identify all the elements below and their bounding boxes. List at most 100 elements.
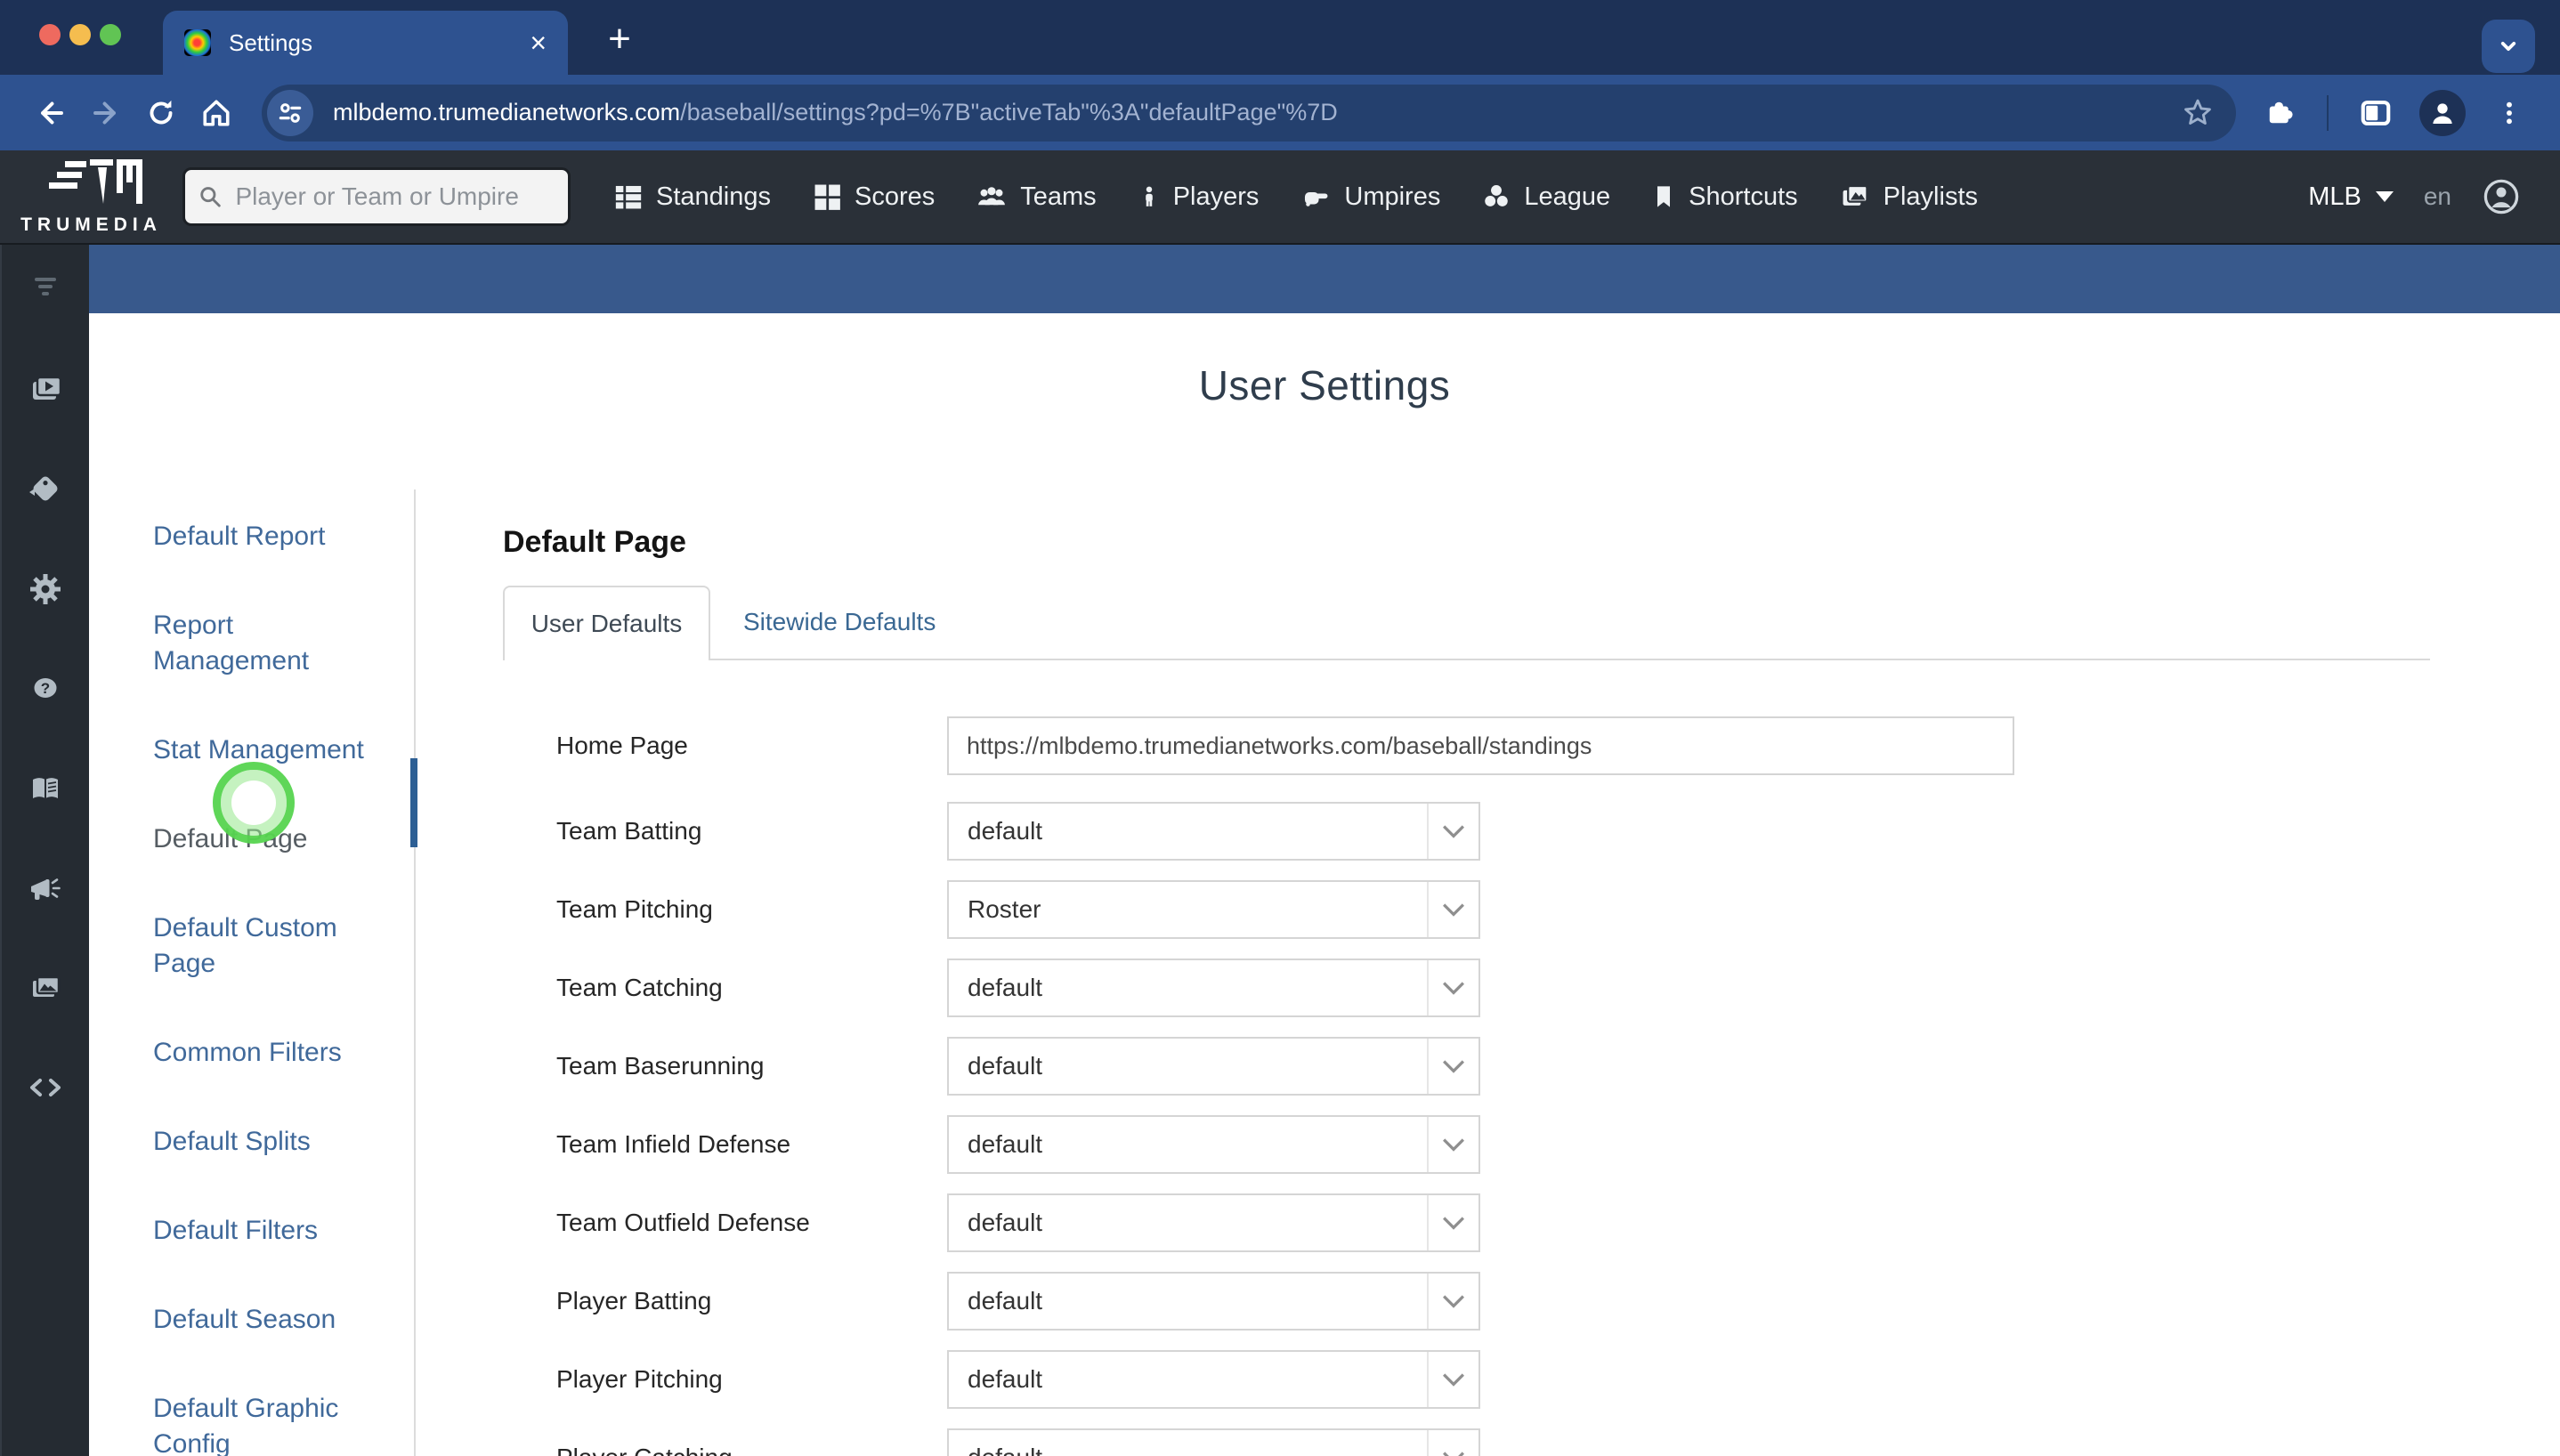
window-controls [39,24,121,45]
tab-title: Settings [229,28,312,56]
help-icon[interactable]: ? [26,668,65,708]
league-balls-icon [1485,184,1509,206]
browser-profile-avatar[interactable] [2419,89,2466,136]
menu-item-default-splits[interactable]: Default Splits [153,1124,376,1160]
menu-item-common-filters[interactable]: Common Filters [153,1035,376,1071]
team-infield-defense-select[interactable]: default [947,1115,1480,1174]
app-nav-items: Standings Scores Teams Players Umpires L… [613,182,1978,212]
tag-icon[interactable] [26,469,65,508]
new-tab-button[interactable]: + [593,12,646,66]
browser-toolbar: mlbdemo.trumedianetworks.com/baseball/se… [0,75,2560,150]
menu-item-default-season[interactable]: Default Season [153,1302,376,1338]
browser-menu-button[interactable] [2482,85,2537,141]
forward-arrow-icon [93,101,116,124]
default-page-form: Home Page Team Batting default Team Pitc… [503,716,2014,1456]
forward-button[interactable] [78,85,134,141]
back-button[interactable] [23,85,78,141]
nav-item-league[interactable]: League [1481,182,1610,212]
address-bar[interactable]: mlbdemo.trumedianetworks.com/baseball/se… [262,84,2236,142]
chevron-down-icon [1427,1117,1478,1172]
site-settings-button[interactable] [267,89,313,136]
team-baserunning-select[interactable]: default [947,1037,1480,1096]
url-text[interactable]: mlbdemo.trumedianetworks.com/baseball/se… [333,99,1338,126]
chevron-down-icon [1427,1039,1478,1094]
window-zoom-button[interactable] [100,24,121,45]
menu-divider [414,489,416,1456]
browser-tab-bar: Settings × + [0,0,2560,75]
user-account-icon[interactable] [2482,177,2521,216]
reload-button[interactable] [134,85,189,141]
player-batting-select[interactable]: default [947,1272,1480,1331]
nav-item-teams[interactable]: Teams [976,182,1097,212]
form-row-home-page: Home Page [503,716,2014,775]
form-row-team-pitching: Team Pitching Roster [503,880,2014,939]
chevron-down-icon [2500,42,2516,51]
search-icon [200,187,221,207]
filter-icon[interactable] [26,267,65,306]
menu-item-default-graphic-config[interactable]: Default Graphic Config [153,1391,376,1456]
code-icon[interactable] [26,1068,65,1107]
form-row-team-outfield-defense: Team Outfield Defense default [503,1193,2014,1252]
bookmark-star-icon[interactable] [2181,96,2215,130]
app-navbar: TRUMEDIA Standings Scores [0,150,2560,245]
team-outfield-defense-select[interactable]: default [947,1193,1480,1252]
tune-icon [279,102,302,123]
home-button[interactable] [189,85,244,141]
team-pitching-select[interactable]: Roster [947,880,1480,939]
nav-item-playlists[interactable]: Playlists [1839,182,1978,212]
player-pitching-select[interactable]: default [947,1350,1480,1409]
tab-sitewide-defaults[interactable]: Sitewide Defaults [743,586,936,659]
tab-close-icon[interactable]: × [530,28,547,57]
global-search[interactable] [182,167,571,226]
team-batting-select[interactable]: default [947,802,1480,861]
form-row-player-batting: Player Batting default [503,1272,2014,1331]
players-person-icon [1145,186,1153,206]
home-page-input[interactable] [947,716,2014,775]
settings-page: User Settings Default Report Report Mana… [89,313,2560,1456]
window-minimize-button[interactable] [69,24,91,45]
extensions-button[interactable] [2252,85,2307,141]
nav-item-umpires[interactable]: Umpires [1300,182,1440,212]
image-gallery-icon[interactable] [26,968,65,1007]
announcements-megaphone-icon[interactable] [26,870,65,909]
teams-people-icon [978,187,1006,206]
standings-list-icon [615,185,642,209]
team-catching-select[interactable]: default [947,959,1480,1017]
nav-item-players[interactable]: Players [1138,182,1259,212]
tab-search-button[interactable] [2482,20,2535,73]
tabs-underline [503,659,2430,660]
video-playlist-icon[interactable] [26,369,65,408]
menu-item-default-custom-page[interactable]: Default Custom Page [153,910,376,982]
window-close-button[interactable] [39,24,61,45]
language-selector[interactable]: en [2424,182,2451,211]
menu-item-default-filters[interactable]: Default Filters [153,1213,376,1249]
league-selector[interactable]: MLB [2308,182,2394,212]
tab-user-defaults[interactable]: User Defaults [503,586,710,660]
click-indicator-ring [213,762,295,844]
settings-menu: Default Report Report Management Stat Ma… [153,519,376,1456]
form-row-player-catching: Player Catching default [503,1428,2014,1456]
svg-text:?: ? [41,680,50,697]
menu-item-report-management[interactable]: Report Management [153,608,376,679]
reload-icon [150,100,173,124]
chevron-down-icon [1427,960,1478,1015]
trumedia-mark-icon [48,159,142,204]
browser-tab[interactable]: Settings × [163,11,568,75]
kebab-menu-icon [2507,101,2512,124]
person-icon [2433,102,2452,124]
section-heading: Default Page [503,525,686,559]
chevron-down-icon [1427,882,1478,937]
nav-item-shortcuts[interactable]: Shortcuts [1651,182,1798,212]
form-row-team-catching: Team Catching default [503,959,2014,1017]
side-panel-button[interactable] [2348,85,2403,141]
player-catching-select[interactable]: default [947,1428,1480,1456]
nav-item-scores[interactable]: Scores [812,182,935,212]
docs-book-icon[interactable] [26,769,65,808]
settings-gear-icon[interactable] [26,570,65,609]
trumedia-logo[interactable]: TRUMEDIA [0,158,182,236]
brand-text: TRUMEDIA [20,214,162,235]
search-input[interactable] [233,182,555,212]
chevron-down-icon [1427,1430,1478,1456]
menu-item-default-report[interactable]: Default Report [153,519,376,554]
nav-item-standings[interactable]: Standings [613,182,771,212]
